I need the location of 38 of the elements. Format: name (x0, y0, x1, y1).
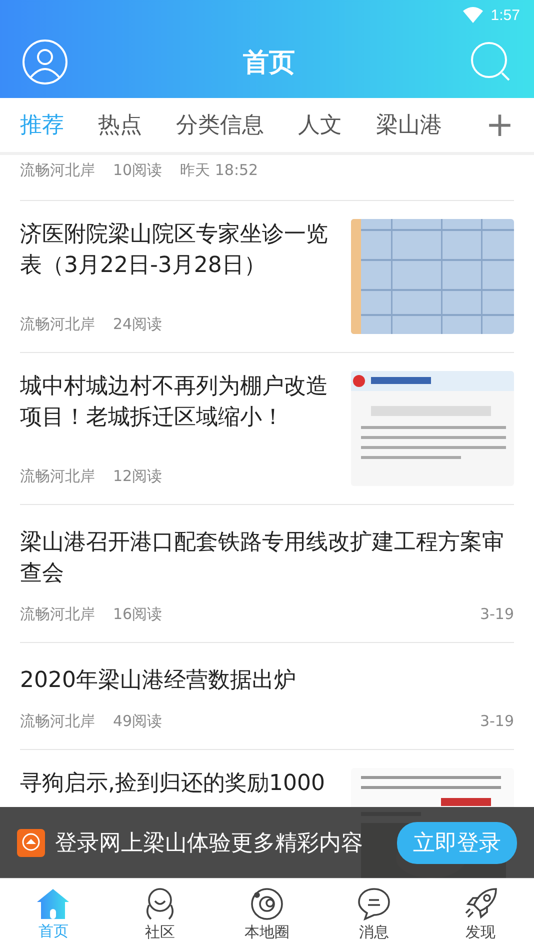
search-icon[interactable] (470, 41, 512, 83)
app-logo-icon (17, 828, 45, 856)
article-title[interactable]: 2020年梁山港经营数据出炉 (20, 665, 514, 696)
source-name: 流畅河北岸 (20, 161, 95, 180)
nav-tab[interactable]: 社区 (106, 879, 214, 949)
read-count: 10阅读 (113, 161, 162, 180)
rocket-icon (464, 886, 498, 920)
nav-tab[interactable]: 发现 (427, 879, 534, 949)
category-tab[interactable]: 梁山港 (376, 110, 442, 140)
read-count: 49阅读 (113, 712, 162, 731)
source-name: 流畅河北岸 (20, 605, 95, 624)
profile-icon[interactable] (22, 39, 68, 85)
wifi-icon (462, 7, 483, 23)
source-name: 流畅河北岸 (20, 467, 95, 486)
source-name: 流畅河北岸 (20, 712, 95, 731)
article-title[interactable]: 济医附院梁山院区专家坐诊一览表（3月22日-3月28日） (20, 219, 333, 281)
page-title: 首页 (243, 46, 295, 80)
home-icon (36, 888, 70, 920)
post-time: 3-19 (480, 712, 514, 731)
nav-tab[interactable]: 消息 (320, 879, 428, 949)
article-title[interactable]: 梁山港召开港口配套铁路专用线改扩建工程方案审查会 (20, 527, 514, 589)
read-count: 24阅读 (113, 315, 162, 334)
post-time: 3-19 (480, 605, 514, 624)
add-tab-button[interactable]: + (486, 108, 514, 142)
nav-tab[interactable]: 本地圈 (214, 879, 320, 949)
chat-icon (356, 886, 391, 920)
read-count: 16阅读 (113, 605, 162, 624)
source-name: 流畅河北岸 (20, 315, 95, 334)
article-title[interactable]: 城中村城边村不再列为棚户改造项目！老城拆迁区域缩小！ (20, 371, 333, 433)
read-count: 12阅读 (113, 467, 162, 486)
category-tab[interactable]: 分类信息 (176, 110, 264, 140)
category-tab[interactable]: 人文 (298, 110, 342, 140)
status-time: 1:57 (490, 6, 520, 24)
login-prompt: 登录网上梁山体验更多精彩内容 (55, 830, 364, 858)
post-time: 昨天 18:52 (180, 161, 258, 180)
category-tab[interactable]: 热点 (98, 110, 142, 140)
article-title[interactable]: 寻狗启示,捡到归还的奖励1000 (20, 768, 333, 799)
planet-icon (250, 886, 284, 920)
